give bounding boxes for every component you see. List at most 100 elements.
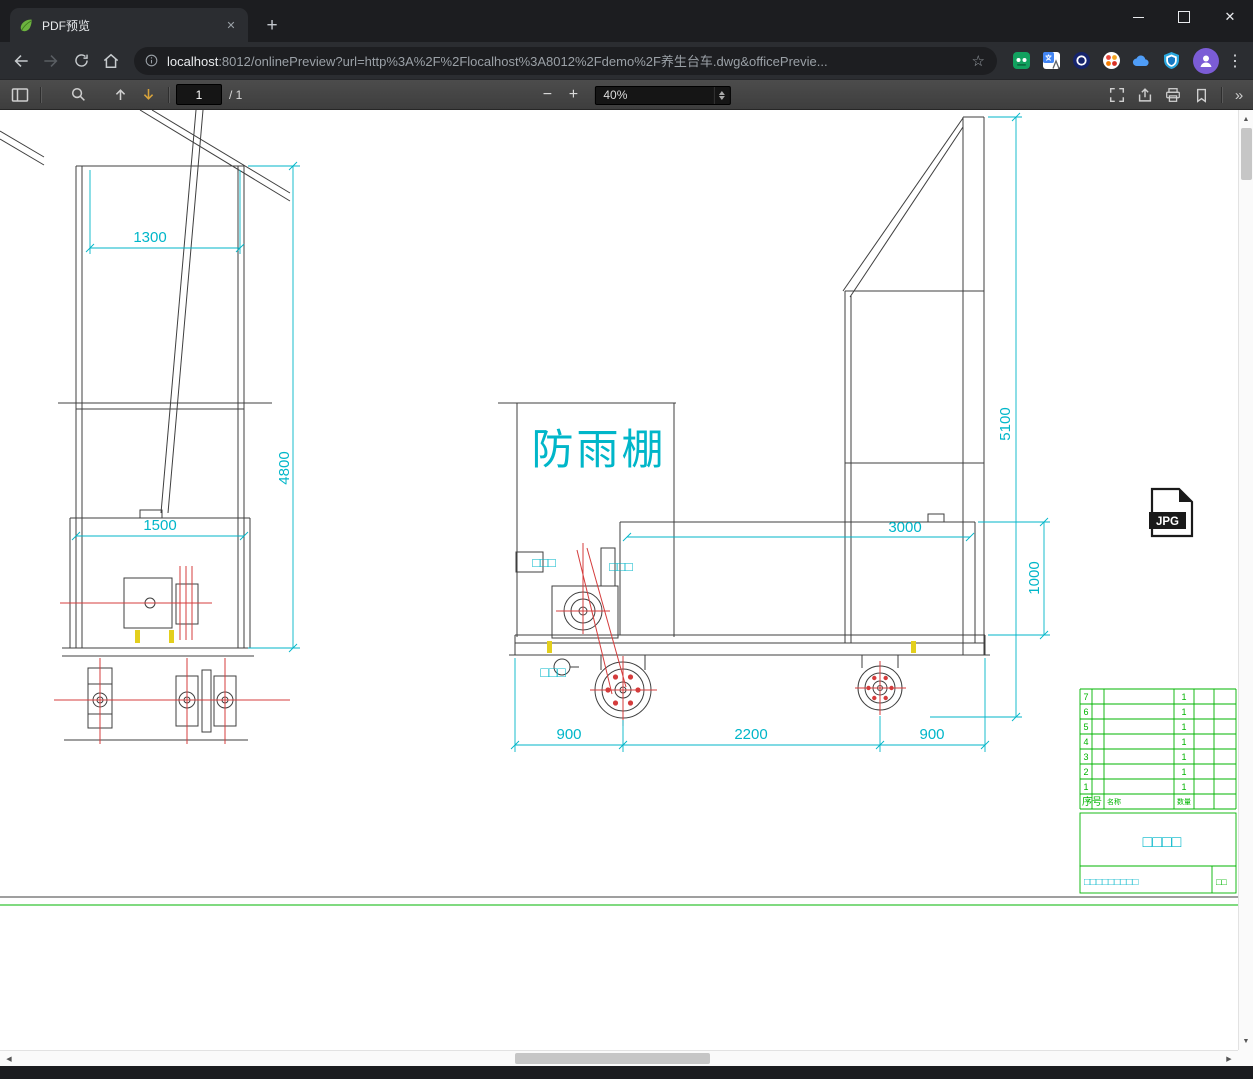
- cad-drawing: 1300 4800 1500 3000 1000 5100 900 2200 9…: [0, 110, 1238, 906]
- extension-translate-icon[interactable]: [1041, 51, 1061, 71]
- bookmark-button[interactable]: [1187, 83, 1215, 107]
- avatar-person-icon: [1200, 55, 1212, 67]
- bom-row-no: 4: [1083, 737, 1088, 747]
- tofu-text-2: □□□: [609, 559, 633, 574]
- bom-header-no: 序号: [1082, 795, 1102, 808]
- dim-body-width: 3000: [888, 519, 921, 536]
- extension-cloud-icon[interactable]: [1131, 51, 1151, 71]
- bookmark-icon: [1196, 88, 1206, 103]
- scroll-right-icon[interactable]: ▶: [1222, 1051, 1236, 1066]
- zoom-controls: − + 40%: [534, 80, 731, 110]
- profile-avatar[interactable]: [1193, 47, 1219, 74]
- window-maximize-button[interactable]: [1161, 0, 1207, 34]
- bom-row-qty: 1: [1181, 767, 1186, 777]
- vertical-scrollbar[interactable]: ▲ ▼: [1238, 110, 1253, 1050]
- zoom-value: 40%: [603, 88, 628, 102]
- previous-page-button[interactable]: [106, 83, 134, 107]
- new-tab-button[interactable]: +: [258, 12, 286, 40]
- bom-row-no: 2: [1083, 767, 1088, 777]
- titleblock-strip-tofu: □□□□□□□□□: [1084, 877, 1138, 888]
- leaf-favicon-icon: [20, 19, 32, 32]
- arrow-up-icon: [115, 89, 125, 101]
- bom-row-qty: 1: [1181, 782, 1186, 792]
- window-minimize-button[interactable]: [1115, 0, 1161, 34]
- vertical-scrollbar-thumb[interactable]: [1241, 128, 1252, 180]
- url-path: :8012/onlinePreview?url=http%3A%2F%2Floc…: [218, 54, 828, 69]
- bom-row-no: 1: [1083, 782, 1088, 792]
- browser-menu-kebab-icon[interactable]: ⋮: [1223, 51, 1247, 71]
- scrollbar-corner: [1238, 1050, 1253, 1066]
- presentation-mode-icon: [1109, 87, 1125, 103]
- zoom-out-button[interactable]: −: [534, 83, 560, 107]
- print-icon: [1166, 88, 1180, 102]
- scroll-left-icon[interactable]: ◀: [2, 1051, 16, 1066]
- print-button[interactable]: [1159, 83, 1187, 107]
- extension-shield-icon[interactable]: [1161, 51, 1181, 71]
- extension-ring-icon[interactable]: [1071, 51, 1091, 71]
- more-tools-button[interactable]: »: [1229, 87, 1249, 104]
- home-icon: [103, 53, 119, 68]
- url-text: localhost:8012/onlinePreview?url=http%3A…: [167, 51, 970, 70]
- extension-monkey-icon[interactable]: [1011, 51, 1031, 71]
- address-bar[interactable]: localhost:8012/onlinePreview?url=http%3A…: [134, 46, 997, 75]
- bookmark-star-icon[interactable]: ☆: [970, 52, 987, 70]
- bom-row-qty: 1: [1181, 752, 1186, 762]
- sidebar-toggle-button[interactable]: [6, 83, 34, 107]
- minimize-icon: [1132, 16, 1144, 18]
- bom-row-qty: 1: [1181, 722, 1186, 732]
- dim-side-height: 5100: [997, 407, 1014, 440]
- horizontal-scrollbar-thumb[interactable]: [515, 1053, 710, 1064]
- shelter-label: 防雨棚: [531, 426, 666, 473]
- forward-button[interactable]: [36, 46, 66, 76]
- horizontal-scrollbar[interactable]: ◀ ▶: [0, 1050, 1238, 1066]
- bom-row-no: 5: [1083, 722, 1088, 732]
- page-count-label: / 1: [229, 87, 243, 102]
- dim-axle-left: 900: [556, 726, 581, 743]
- zoom-spinner-icon[interactable]: [713, 86, 729, 104]
- browser-toolbar: localhost:8012/onlinePreview?url=http%3A…: [0, 42, 1253, 80]
- dim-front-mid-width: 1500: [143, 517, 176, 534]
- back-button[interactable]: [6, 46, 36, 76]
- jpg-label: JPG: [1156, 516, 1179, 528]
- presentation-mode-button[interactable]: [1103, 83, 1131, 107]
- bom-header-name: 名称: [1107, 797, 1121, 806]
- toolbar-separator: [1221, 87, 1223, 103]
- home-button[interactable]: [96, 46, 126, 76]
- tab-title: PDF预览: [42, 18, 91, 33]
- extensions-row: [1011, 51, 1181, 71]
- sidebar-toggle-icon: [11, 87, 29, 102]
- dim-front-height: 4800: [276, 451, 293, 484]
- tab-close-icon[interactable]: ✕: [222, 16, 240, 34]
- scroll-up-icon[interactable]: ▲: [1239, 112, 1253, 126]
- scroll-down-icon[interactable]: ▼: [1239, 1034, 1253, 1048]
- bom-row-qty: 1: [1181, 707, 1186, 717]
- reload-button[interactable]: [66, 46, 96, 76]
- tofu-text-1: □□□: [532, 555, 556, 570]
- zoom-select[interactable]: 40%: [594, 85, 731, 105]
- reload-icon: [74, 54, 88, 67]
- browser-tab[interactable]: PDF预览 ✕: [10, 8, 248, 42]
- jpg-file-icon: JPG: [1149, 487, 1194, 538]
- open-file-button[interactable]: [1131, 83, 1159, 107]
- search-icon: [71, 87, 85, 101]
- window-bottom-edge: [0, 1066, 1253, 1079]
- url-host: localhost: [167, 54, 219, 69]
- dim-body-height: 1000: [1026, 561, 1043, 594]
- next-page-button[interactable]: [134, 83, 162, 107]
- window-controls: ✕: [1115, 0, 1253, 34]
- dim-front-top-width: 1300: [133, 229, 166, 246]
- bom-row-no: 3: [1083, 752, 1088, 762]
- arrow-down-icon: [143, 88, 153, 100]
- find-button[interactable]: [64, 83, 92, 107]
- page-info-icon[interactable]: [144, 53, 159, 68]
- window-close-button[interactable]: ✕: [1207, 0, 1253, 34]
- toolbar-separator: [40, 86, 42, 103]
- maximize-icon: [1178, 11, 1190, 23]
- back-icon: [14, 54, 28, 67]
- extension-dots-icon[interactable]: [1101, 51, 1121, 71]
- dim-wheelbase: 2200: [734, 726, 767, 743]
- zoom-in-button[interactable]: +: [560, 83, 586, 107]
- tofu-text-3: □□□: [540, 664, 566, 680]
- page-number-input[interactable]: [176, 84, 222, 105]
- pdf-page: 1300 4800 1500 3000 1000 5100 900 2200 9…: [0, 110, 1238, 1050]
